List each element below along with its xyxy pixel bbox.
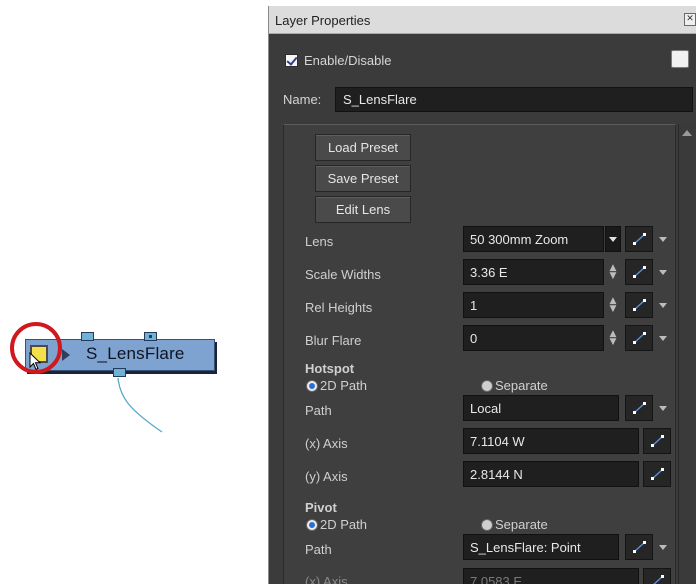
blur-flare-field[interactable]: 0 xyxy=(463,325,604,351)
function-curve-icon xyxy=(653,575,664,584)
enable-row: Enable/Disable xyxy=(285,53,391,68)
hotspot-y-axis-label: (y) Axis xyxy=(305,469,348,484)
rel-heights-function-menu-icon[interactable] xyxy=(658,292,668,318)
node-expand-arrow-icon[interactable] xyxy=(62,349,70,361)
hotspot-path-function-menu-icon[interactable] xyxy=(658,395,668,421)
lens-select[interactable]: 50 300mm Zoom xyxy=(463,226,604,252)
node-view[interactable]: S_LensFlare xyxy=(0,0,268,584)
pivot-x-function-button[interactable] xyxy=(643,568,671,584)
node-cable xyxy=(117,377,163,433)
lens-label: Lens xyxy=(305,234,334,249)
vertical-scrollbar[interactable] xyxy=(678,124,694,584)
hotspot-2d-path-radio[interactable]: 2D Path xyxy=(306,378,367,393)
lens-function-menu-icon[interactable] xyxy=(658,226,668,252)
hotspot-x-axis-label: (x) Axis xyxy=(305,436,348,451)
pivot-path-label: Path xyxy=(305,542,332,557)
hotspot-heading: Hotspot xyxy=(305,361,355,376)
blur-flare-function-button[interactable] xyxy=(625,325,653,351)
function-curve-icon xyxy=(633,402,646,414)
blur-flare-spinner-icon[interactable]: ▲ ▼ xyxy=(608,325,618,351)
pivot-2d-path-radio[interactable]: 2D Path xyxy=(306,517,367,532)
hotspot-path-label: Path xyxy=(305,403,332,418)
panel-title: Layer Properties xyxy=(275,13,371,28)
close-icon[interactable]: ✕ xyxy=(684,13,696,26)
scroll-up-icon[interactable] xyxy=(682,130,692,136)
rel-heights-function-button[interactable] xyxy=(625,292,653,318)
radio-unselected-icon xyxy=(481,518,493,531)
name-label: Name: xyxy=(283,92,322,107)
hotspot-y-axis-field[interactable]: 2.8144 N xyxy=(463,461,639,487)
save-preset-button[interactable]: Save Preset xyxy=(315,165,411,192)
name-field[interactable]: S_LensFlare xyxy=(335,87,693,112)
function-curve-icon xyxy=(651,435,664,447)
hotspot-separate-label: Separate xyxy=(495,378,548,393)
load-preset-button[interactable]: Load Preset xyxy=(315,134,411,161)
pivot-x-axis-label: (x) Axis xyxy=(305,574,348,584)
function-curve-icon xyxy=(633,233,646,245)
node-input-port-1[interactable] xyxy=(81,332,94,341)
hotspot-2d-path-label: 2D Path xyxy=(320,378,367,393)
hotspot-path-function-button[interactable] xyxy=(625,395,653,421)
node-output-port[interactable] xyxy=(113,368,126,377)
blur-flare-label: Blur Flare xyxy=(305,333,362,348)
mouse-cursor-icon xyxy=(29,352,42,371)
pivot-x-axis-field[interactable]: 7.0583 E xyxy=(463,568,639,584)
pivot-path-function-menu-icon[interactable] xyxy=(658,534,668,560)
function-curve-icon xyxy=(633,299,646,311)
enable-label: Enable/Disable xyxy=(304,53,392,68)
node-label: S_LensFlare xyxy=(86,344,185,363)
scale-widths-function-button[interactable] xyxy=(625,259,653,285)
scale-widths-spinner-icon[interactable]: ▲ ▼ xyxy=(608,259,618,285)
lens-function-button[interactable] xyxy=(625,226,653,252)
hotspot-x-axis-field[interactable]: 7.1104 W xyxy=(463,428,639,454)
panel-titlebar[interactable]: Layer Properties ✕ xyxy=(269,6,696,34)
radio-selected-icon xyxy=(306,379,318,392)
lens-dropdown-icon[interactable] xyxy=(605,226,621,252)
pivot-separate-radio[interactable]: Separate xyxy=(481,517,548,532)
pivot-heading: Pivot xyxy=(305,500,337,515)
scale-widths-function-menu-icon[interactable] xyxy=(658,259,668,285)
pivot-2d-path-label: 2D Path xyxy=(320,517,367,532)
layer-properties-panel: Layer Properties ✕ Enable/Disable Name: … xyxy=(268,6,696,584)
rel-heights-field[interactable]: 1 xyxy=(463,292,604,318)
rel-heights-spinner-icon[interactable]: ▲ ▼ xyxy=(608,292,618,318)
hotspot-separate-radio[interactable]: Separate xyxy=(481,378,548,393)
function-curve-icon xyxy=(633,266,646,278)
pivot-path-field[interactable]: S_LensFlare: Point xyxy=(463,534,619,560)
hotspot-x-function-button[interactable] xyxy=(643,428,671,454)
blur-flare-function-menu-icon[interactable] xyxy=(658,325,668,351)
enable-checkbox[interactable] xyxy=(285,54,298,67)
function-curve-icon xyxy=(633,541,646,553)
scale-widths-field[interactable]: 3.36 E xyxy=(463,259,604,285)
pivot-path-function-button[interactable] xyxy=(625,534,653,560)
radio-selected-icon xyxy=(306,518,318,531)
properties-subpanel: Load Preset Save Preset Edit Lens Lens 5… xyxy=(283,124,676,584)
radio-unselected-icon xyxy=(481,379,493,392)
node-input-port-2[interactable] xyxy=(144,332,157,341)
function-curve-icon xyxy=(633,332,646,344)
color-swatch-checkbox[interactable] xyxy=(671,50,689,68)
scale-widths-label: Scale Widths xyxy=(305,267,381,282)
pivot-separate-label: Separate xyxy=(495,517,548,532)
edit-lens-button[interactable]: Edit Lens xyxy=(315,196,411,223)
hotspot-path-field[interactable]: Local xyxy=(463,395,619,421)
hotspot-y-function-button[interactable] xyxy=(643,461,671,487)
rel-heights-label: Rel Heights xyxy=(305,300,373,315)
function-curve-icon xyxy=(651,468,664,480)
